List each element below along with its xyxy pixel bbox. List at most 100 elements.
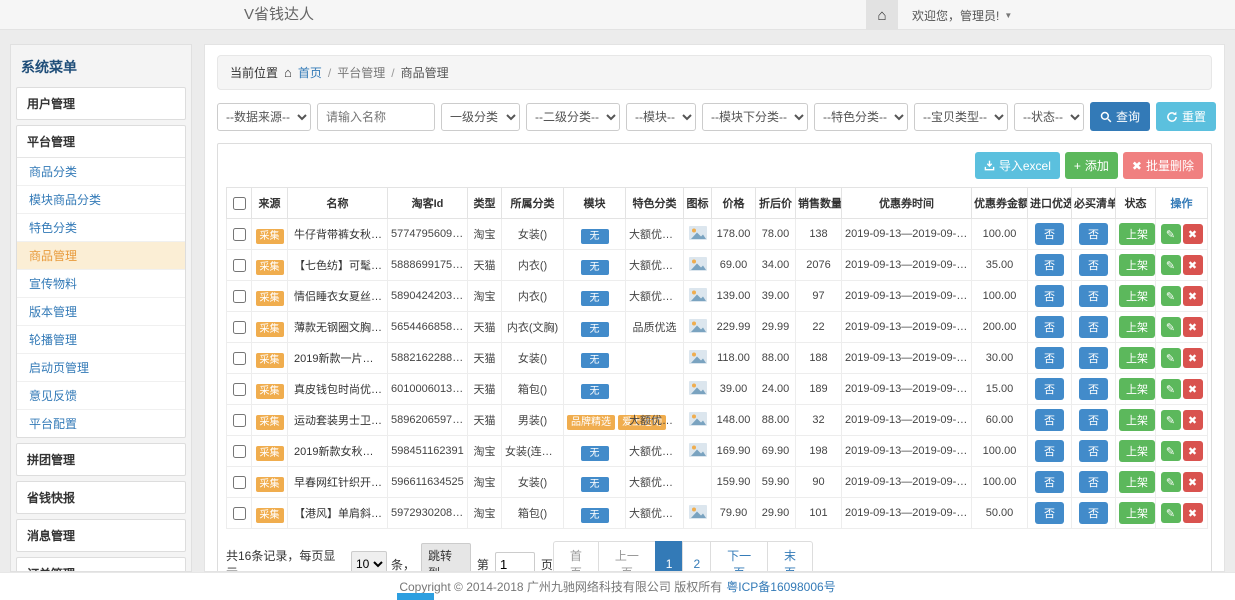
filter-level2-category[interactable]: --二级分类--	[526, 103, 620, 131]
pager-page-2[interactable]: 2	[682, 541, 711, 572]
pager-last[interactable]: 末页	[767, 541, 813, 572]
pager-prev[interactable]: 上一页	[598, 541, 656, 572]
import-select-toggle[interactable]: 否	[1035, 440, 1064, 462]
pager-page-1[interactable]: 1	[655, 541, 684, 572]
import-select-toggle[interactable]: 否	[1035, 409, 1064, 431]
edit-button[interactable]: ✎	[1161, 348, 1181, 368]
status-button[interactable]: 上架	[1119, 285, 1155, 307]
sidebar-item[interactable]: 模块商品分类	[17, 186, 185, 214]
row-checkbox[interactable]	[233, 445, 246, 458]
sidebar-group-header-platform[interactable]: 平台管理	[17, 126, 185, 157]
must-buy-toggle[interactable]: 否	[1079, 285, 1108, 307]
must-buy-toggle[interactable]: 否	[1079, 409, 1108, 431]
status-button[interactable]: 上架	[1119, 440, 1155, 462]
delete-button[interactable]: ✖	[1183, 224, 1203, 244]
import-excel-button[interactable]: 导入excel	[975, 152, 1060, 179]
import-select-toggle[interactable]: 否	[1035, 378, 1064, 400]
sidebar-group-header-group-buy[interactable]: 拼团管理	[17, 444, 185, 475]
filter-item-type[interactable]: --宝贝类型--	[914, 103, 1008, 131]
sidebar-item[interactable]: 商品管理	[17, 242, 185, 270]
delete-button[interactable]: ✖	[1183, 379, 1203, 399]
sidebar-item[interactable]: 版本管理	[17, 298, 185, 326]
sidebar-group-header-users[interactable]: 用户管理	[17, 88, 185, 119]
row-checkbox[interactable]	[233, 228, 246, 241]
edit-button[interactable]: ✎	[1161, 286, 1181, 306]
icp-link[interactable]: 粤ICP备16098006号	[726, 578, 835, 595]
delete-button[interactable]: ✖	[1183, 410, 1203, 430]
import-select-toggle[interactable]: 否	[1035, 347, 1064, 369]
sidebar-item[interactable]: 启动页管理	[17, 354, 185, 382]
must-buy-toggle[interactable]: 否	[1079, 347, 1108, 369]
delete-button[interactable]: ✖	[1183, 317, 1203, 337]
status-button[interactable]: 上架	[1119, 316, 1155, 338]
edit-button[interactable]: ✎	[1161, 317, 1181, 337]
batch-delete-button[interactable]: ✖ 批量删除	[1123, 152, 1203, 179]
must-buy-toggle[interactable]: 否	[1079, 440, 1108, 462]
status-button[interactable]: 上架	[1119, 254, 1155, 276]
row-checkbox[interactable]	[233, 507, 246, 520]
edit-button[interactable]: ✎	[1161, 410, 1181, 430]
edit-button[interactable]: ✎	[1161, 503, 1181, 523]
delete-button[interactable]: ✖	[1183, 441, 1203, 461]
filter-feature-category[interactable]: --特色分类--	[814, 103, 908, 131]
must-buy-toggle[interactable]: 否	[1079, 471, 1108, 493]
must-buy-toggle[interactable]: 否	[1079, 502, 1108, 524]
delete-button[interactable]: ✖	[1183, 472, 1203, 492]
edit-button[interactable]: ✎	[1161, 255, 1181, 275]
delete-button[interactable]: ✖	[1183, 348, 1203, 368]
jump-button[interactable]: 跳转到	[421, 543, 471, 572]
filter-module[interactable]: --模块--	[626, 103, 696, 131]
page-size-select[interactable]: 10	[351, 551, 387, 572]
sidebar-item[interactable]: 宣传物料	[17, 270, 185, 298]
status-button[interactable]: 上架	[1119, 409, 1155, 431]
sidebar-group-header-messages[interactable]: 消息管理	[17, 520, 185, 551]
delete-button[interactable]: ✖	[1183, 286, 1203, 306]
import-select-toggle[interactable]: 否	[1035, 285, 1064, 307]
row-checkbox[interactable]	[233, 476, 246, 489]
breadcrumb-home-link[interactable]: 首页	[298, 64, 322, 81]
import-select-toggle[interactable]: 否	[1035, 223, 1064, 245]
pager-first[interactable]: 首页	[553, 541, 599, 572]
row-checkbox[interactable]	[233, 259, 246, 272]
edit-button[interactable]: ✎	[1161, 441, 1181, 461]
search-button[interactable]: 查询	[1090, 102, 1150, 131]
status-button[interactable]: 上架	[1119, 378, 1155, 400]
import-select-toggle[interactable]: 否	[1035, 254, 1064, 276]
sidebar-item[interactable]: 商品分类	[17, 158, 185, 186]
page-number-input[interactable]	[495, 552, 535, 572]
home-button[interactable]: ⌂	[866, 0, 898, 30]
import-select-toggle[interactable]: 否	[1035, 502, 1064, 524]
status-button[interactable]: 上架	[1119, 347, 1155, 369]
must-buy-toggle[interactable]: 否	[1079, 378, 1108, 400]
filter-data-source[interactable]: --数据来源--	[217, 103, 311, 131]
import-select-toggle[interactable]: 否	[1035, 316, 1064, 338]
sidebar-item[interactable]: 意见反馈	[17, 382, 185, 410]
filter-level1-category[interactable]: 一级分类	[441, 103, 520, 131]
import-select-toggle[interactable]: 否	[1035, 471, 1064, 493]
must-buy-toggle[interactable]: 否	[1079, 316, 1108, 338]
row-checkbox[interactable]	[233, 352, 246, 365]
filter-module-subcategory[interactable]: --模块下分类--	[702, 103, 808, 131]
status-button[interactable]: 上架	[1119, 223, 1155, 245]
delete-button[interactable]: ✖	[1183, 503, 1203, 523]
reset-button[interactable]: 重置	[1156, 102, 1216, 131]
edit-button[interactable]: ✎	[1161, 379, 1181, 399]
filter-product-name[interactable]	[317, 103, 435, 131]
sidebar-item[interactable]: 平台配置	[17, 410, 185, 437]
sidebar-item[interactable]: 特色分类	[17, 214, 185, 242]
sidebar-group-header-orders[interactable]: 订单管理	[17, 558, 185, 572]
row-checkbox[interactable]	[233, 290, 246, 303]
sidebar-group-header-saving-express[interactable]: 省钱快报	[17, 482, 185, 513]
pager-next[interactable]: 下一页	[710, 541, 768, 572]
status-button[interactable]: 上架	[1119, 471, 1155, 493]
delete-button[interactable]: ✖	[1183, 255, 1203, 275]
select-all-checkbox[interactable]	[233, 197, 246, 210]
add-button[interactable]: + 添加	[1065, 152, 1118, 179]
filter-status[interactable]: --状态--	[1014, 103, 1084, 131]
user-menu[interactable]: 欢迎您，管理员! ▼	[898, 0, 1026, 30]
must-buy-toggle[interactable]: 否	[1079, 254, 1108, 276]
must-buy-toggle[interactable]: 否	[1079, 223, 1108, 245]
edit-button[interactable]: ✎	[1161, 472, 1181, 492]
row-checkbox[interactable]	[233, 321, 246, 334]
status-button[interactable]: 上架	[1119, 502, 1155, 524]
